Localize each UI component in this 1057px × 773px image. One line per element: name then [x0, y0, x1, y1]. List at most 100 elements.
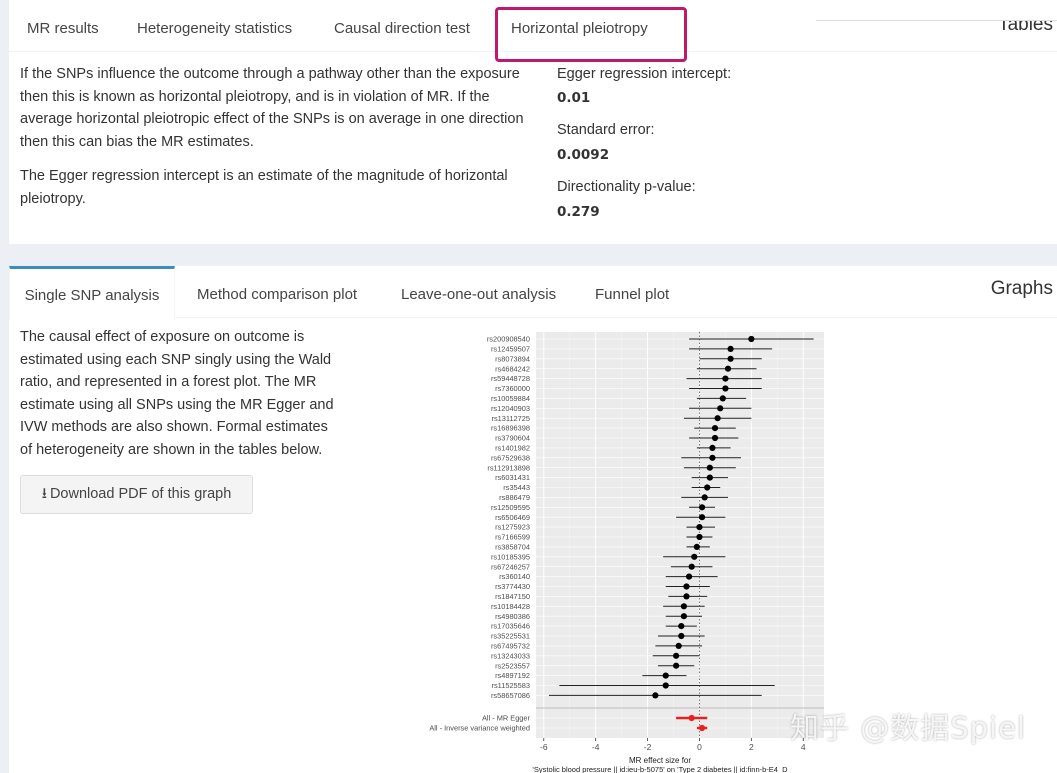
standard-error-value: 0.0092 [557, 147, 610, 163]
watermark-text: 知乎 @数据Spiel [790, 711, 1026, 745]
tab-funnel-plot[interactable]: Funnel plot [595, 266, 669, 317]
x-tick-label: -4 [592, 742, 600, 752]
highlight-annotation [495, 7, 687, 62]
x-tick-label: -6 [540, 742, 548, 752]
snp-point [675, 642, 682, 649]
summary-point [688, 714, 695, 722]
snp-label: rs13112725 [492, 414, 531, 423]
snp-label: rs35225531 [491, 632, 530, 641]
snp-label: rs2523557 [495, 661, 530, 670]
tab-single-snp-analysis[interactable]: Single SNP analysis [9, 266, 175, 320]
x-axis-label-line1: MR effect size for [629, 756, 691, 765]
snp-label: rs4684242 [495, 364, 530, 373]
snp-point [727, 345, 734, 352]
snp-point [662, 672, 669, 679]
tab-method-comparison-plot[interactable]: Method comparison plot [197, 266, 357, 317]
snp-point [748, 335, 755, 343]
x-axis-label-line2: 'Systolic blood pressure || id:ieu-b-507… [532, 765, 788, 773]
snp-point [680, 603, 687, 610]
tab-leave-one-out-analysis[interactable]: Leave-one-out analysis [401, 266, 556, 317]
snp-point [693, 543, 700, 550]
snp-label: rs11525583 [492, 681, 531, 690]
snp-point [678, 632, 685, 640]
snp-label: rs59448728 [491, 374, 530, 383]
x-tick-label: 2 [749, 742, 754, 752]
snp-label: rs7360000 [495, 384, 530, 393]
tab-heterogeneity-statistics[interactable]: Heterogeneity statistics [137, 0, 292, 51]
snp-point [706, 464, 713, 471]
snp-point [673, 652, 680, 659]
snp-point [696, 524, 703, 531]
snp-label: rs35443 [503, 483, 530, 492]
snp-point [683, 583, 690, 590]
snp-label: rs4897192 [495, 671, 530, 680]
snp-point [678, 623, 685, 630]
snp-label: rs1847150 [495, 592, 530, 601]
snp-label: rs360140 [499, 572, 530, 581]
snp-label: rs10184428 [491, 602, 530, 611]
snp-label: rs17035646 [491, 622, 530, 631]
snp-point [683, 593, 690, 600]
directionality-pvalue-label: Directionality p-value: [557, 179, 696, 195]
standard-error-label: Standard error: [557, 122, 655, 138]
summary-label: All - Inverse variance weighted [429, 724, 530, 733]
snp-label: rs886479 [499, 493, 530, 502]
snp-point [727, 355, 734, 362]
download-icon: ⭳ [41, 485, 47, 502]
snp-point [711, 425, 719, 432]
snp-label: rs3858704 [495, 543, 530, 552]
plot-panel [536, 332, 824, 738]
snp-point [711, 434, 719, 442]
snp-label: rs67246257 [491, 562, 530, 571]
snp-point [696, 533, 703, 541]
snp-label: rs12509595 [491, 503, 530, 512]
snp-label: rs67529638 [491, 453, 530, 462]
snp-point [722, 385, 729, 392]
x-tick-label: -2 [644, 742, 652, 752]
snp-point [680, 613, 687, 620]
pleiotropy-description: If the SNPs influence the outcome throug… [20, 66, 524, 150]
snp-point [698, 514, 706, 521]
snp-label: rs6031431 [495, 473, 530, 482]
snp-label: rs58657086 [491, 691, 530, 700]
directionality-pvalue-value: 0.279 [557, 204, 600, 220]
tab-mr-results[interactable]: MR results [27, 0, 99, 51]
snp-point [724, 365, 732, 372]
single-snp-description: The causal effect of exposure on outcome… [20, 329, 334, 458]
snp-point [722, 375, 729, 382]
snp-label: rs6506469 [495, 513, 530, 522]
snp-point [717, 405, 724, 412]
snp-point [719, 395, 726, 402]
snp-label: rs12459507 [491, 345, 530, 354]
snp-point [673, 662, 680, 669]
egger-intercept-value: 0.01 [557, 90, 591, 106]
snp-point [688, 563, 695, 570]
snp-point [691, 553, 698, 560]
snp-label: rs1401982 [495, 444, 530, 453]
x-tick-label: 0 [697, 742, 702, 752]
snp-point [652, 692, 659, 699]
tab-causal-direction-test[interactable]: Causal direction test [334, 0, 470, 51]
snp-point [714, 415, 721, 422]
snp-label: rs12040903 [491, 404, 530, 413]
snp-label: rs7166599 [495, 533, 530, 542]
summary-point [698, 724, 706, 732]
graphs-box-title: Graphs [990, 278, 1053, 299]
egger-intercept-label: Egger regression intercept: [557, 66, 732, 82]
snp-label: rs16896398 [491, 424, 530, 433]
snp-label: rs8073894 [495, 354, 530, 363]
snp-label: rs112913898 [487, 463, 530, 472]
snp-point [698, 504, 706, 511]
download-pdf-button[interactable]: ⭳ Download PDF of this graph [20, 475, 253, 514]
snp-label: rs4980386 [495, 612, 530, 621]
snp-label: rs67495732 [491, 642, 530, 651]
snp-label: rs200908540 [487, 335, 530, 344]
egger-intercept-description: The Egger regression intercept is an est… [20, 168, 508, 207]
snp-point [685, 573, 693, 580]
snp-point [709, 454, 716, 461]
snp-label: rs3790604 [495, 434, 530, 443]
snp-label: rs13243033 [491, 651, 530, 660]
top-right-widget [816, 0, 1057, 21]
snp-label: rs10185395 [491, 552, 530, 561]
graphs-tabbar: Single SNP analysis Method comparison pl… [9, 266, 1057, 320]
